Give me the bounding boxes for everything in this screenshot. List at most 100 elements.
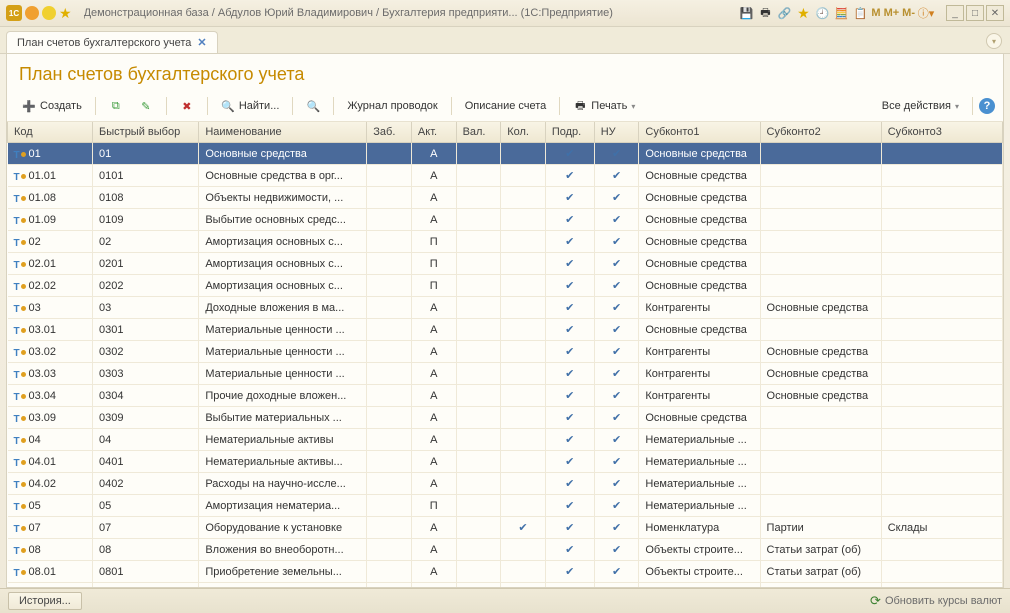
- find-button[interactable]: 🔍 Найти...: [214, 95, 287, 117]
- table-row[interactable]: T03.010301Материальные ценности ...А✔✔Ос…: [8, 319, 1003, 341]
- table-row[interactable]: T01.090109Выбытие основных средс...А✔✔Ос…: [8, 209, 1003, 231]
- titlebar-toolbar: 💾 🖶 🔗 ★ 🕘 🧮 📋 M M+ M- ⓘ▾: [738, 5, 934, 21]
- cell: 0202: [93, 275, 199, 297]
- all-actions-button[interactable]: Все действия ▾: [875, 96, 966, 116]
- tab-close-icon[interactable]: ✕: [197, 36, 206, 49]
- calc-icon[interactable]: 🧮: [833, 5, 849, 21]
- table-row[interactable]: T03.020302Материальные ценности ...А✔✔Ко…: [8, 341, 1003, 363]
- link-icon[interactable]: 🔗: [776, 5, 792, 21]
- history-icon[interactable]: 🕘: [814, 5, 830, 21]
- save-icon[interactable]: 💾: [738, 5, 754, 21]
- col-header[interactable]: Подр.: [545, 122, 594, 143]
- cell: 0802: [93, 583, 199, 588]
- cell: ✔: [545, 319, 594, 341]
- favorite-icon[interactable]: ★: [59, 5, 72, 22]
- col-header[interactable]: Код: [8, 122, 93, 143]
- cell: Амортизация основных с...: [199, 275, 367, 297]
- col-header[interactable]: Субконто3: [881, 122, 1002, 143]
- table-row[interactable]: T04.020402Расходы на научно-иссле...А✔✔Н…: [8, 473, 1003, 495]
- nav-back-icon[interactable]: [25, 6, 39, 20]
- grid-scroll[interactable]: КодБыстрый выборНаименованиеЗаб.Акт.Вал.…: [7, 122, 1003, 587]
- table-row[interactable]: T04.010401Нематериальные активы...А✔✔Нем…: [8, 451, 1003, 473]
- cell: ✔: [545, 253, 594, 275]
- col-header[interactable]: Быстрый выбор: [93, 122, 199, 143]
- table-row[interactable]: T0808Вложения во внеоборотн...А✔✔Объекты…: [8, 539, 1003, 561]
- tabs-dropdown-icon[interactable]: ▾: [986, 33, 1002, 49]
- history-button[interactable]: История...: [8, 592, 82, 610]
- print-button[interactable]: 🖶 Печать ▾: [566, 95, 642, 117]
- cell: ✔: [594, 473, 639, 495]
- refresh-rates-link[interactable]: Обновить курсы валют: [885, 595, 1002, 607]
- cell: Склады: [881, 517, 1002, 539]
- cell: [881, 165, 1002, 187]
- delete-icon: ✖: [180, 99, 194, 113]
- star-icon[interactable]: ★: [795, 5, 811, 21]
- col-header[interactable]: НУ: [594, 122, 639, 143]
- cell: ✔: [594, 231, 639, 253]
- cell: [501, 451, 546, 473]
- cell: [367, 517, 412, 539]
- cell: [881, 275, 1002, 297]
- table-row[interactable]: T03.040304Прочие доходные вложен...А✔✔Ко…: [8, 385, 1003, 407]
- table-row[interactable]: T02.010201Амортизация основных с...П✔✔Ос…: [8, 253, 1003, 275]
- cell: 0301: [93, 319, 199, 341]
- table-row[interactable]: T03.030303Материальные ценности ...А✔✔Ко…: [8, 363, 1003, 385]
- journal-button[interactable]: Журнал проводок: [340, 96, 444, 116]
- copy-button[interactable]: ⧉: [102, 95, 130, 117]
- table-row[interactable]: T0707Оборудование к установкеА✔✔✔Номенкл…: [8, 517, 1003, 539]
- table-row[interactable]: T0101Основные средстваА✔✔Основные средст…: [8, 143, 1003, 165]
- print-icon[interactable]: 🖶: [757, 5, 773, 21]
- m-plus-icon[interactable]: M+: [884, 7, 900, 19]
- minimize-button[interactable]: _: [946, 5, 964, 21]
- col-header[interactable]: Вал.: [456, 122, 501, 143]
- chevron-down-icon: ▾: [955, 102, 959, 111]
- table-row[interactable]: T01.010101Основные средства в орг...А✔✔О…: [8, 165, 1003, 187]
- nav-fwd-icon[interactable]: [42, 6, 56, 20]
- edit-button[interactable]: ✎: [132, 95, 160, 117]
- col-header[interactable]: Наименование: [199, 122, 367, 143]
- cell: Нематериальные активы: [199, 429, 367, 451]
- close-button[interactable]: ✕: [986, 5, 1004, 21]
- cell: ✔: [545, 341, 594, 363]
- table-row[interactable]: T0505Амортизация нематериа...П✔✔Нематери…: [8, 495, 1003, 517]
- tab-chart-of-accounts[interactable]: План счетов бухгалтерского учета ✕: [6, 31, 218, 53]
- cell: [881, 187, 1002, 209]
- cell: Приобретение земельны...: [199, 561, 367, 583]
- col-header[interactable]: Субконто2: [760, 122, 881, 143]
- col-header[interactable]: Заб.: [367, 122, 412, 143]
- description-button[interactable]: Описание счета: [458, 96, 554, 116]
- table-row[interactable]: T0303Доходные вложения в ма...А✔✔Контраг…: [8, 297, 1003, 319]
- cell: Нематериальные ...: [639, 429, 760, 451]
- m-minus-icon[interactable]: M-: [902, 7, 915, 19]
- table-row[interactable]: T0404Нематериальные активыА✔✔Нематериаль…: [8, 429, 1003, 451]
- cell: [881, 473, 1002, 495]
- cell: Нематериальные ...: [639, 473, 760, 495]
- cell: Основные средства: [639, 143, 760, 165]
- cell: [760, 165, 881, 187]
- cell: Основные средства: [639, 275, 760, 297]
- col-header[interactable]: Субконто1: [639, 122, 760, 143]
- delete-button[interactable]: ✖: [173, 95, 201, 117]
- print-label: Печать: [591, 100, 627, 112]
- cell: T03.09: [8, 407, 93, 429]
- table-row[interactable]: T0202Амортизация основных с...П✔✔Основны…: [8, 231, 1003, 253]
- maximize-button[interactable]: □: [966, 5, 984, 21]
- cell: А: [411, 561, 456, 583]
- cell: T02: [8, 231, 93, 253]
- table-row[interactable]: T01.080108Объекты недвижимости, ...А✔✔Ос…: [8, 187, 1003, 209]
- refresh-icon[interactable]: ⟳: [870, 593, 881, 609]
- info-icon[interactable]: ⓘ▾: [918, 5, 934, 21]
- create-button[interactable]: ➕ Создать: [15, 95, 89, 117]
- table-row[interactable]: T02.020202Амортизация основных с...П✔✔Ос…: [8, 275, 1003, 297]
- col-header[interactable]: Кол.: [501, 122, 546, 143]
- calendar-icon[interactable]: 📋: [852, 5, 868, 21]
- cell: [881, 253, 1002, 275]
- table-row[interactable]: T03.090309Выбытие материальных ...А✔✔Осн…: [8, 407, 1003, 429]
- help-button[interactable]: ?: [979, 98, 995, 114]
- table-row[interactable]: T08.020802Приобретение объектов ...А✔✔Об…: [8, 583, 1003, 588]
- clear-find-button[interactable]: 🔍: [299, 95, 327, 117]
- cell: Материальные ценности ...: [199, 363, 367, 385]
- m-icon[interactable]: M: [871, 7, 880, 19]
- col-header[interactable]: Акт.: [411, 122, 456, 143]
- table-row[interactable]: T08.010801Приобретение земельны...А✔✔Объ…: [8, 561, 1003, 583]
